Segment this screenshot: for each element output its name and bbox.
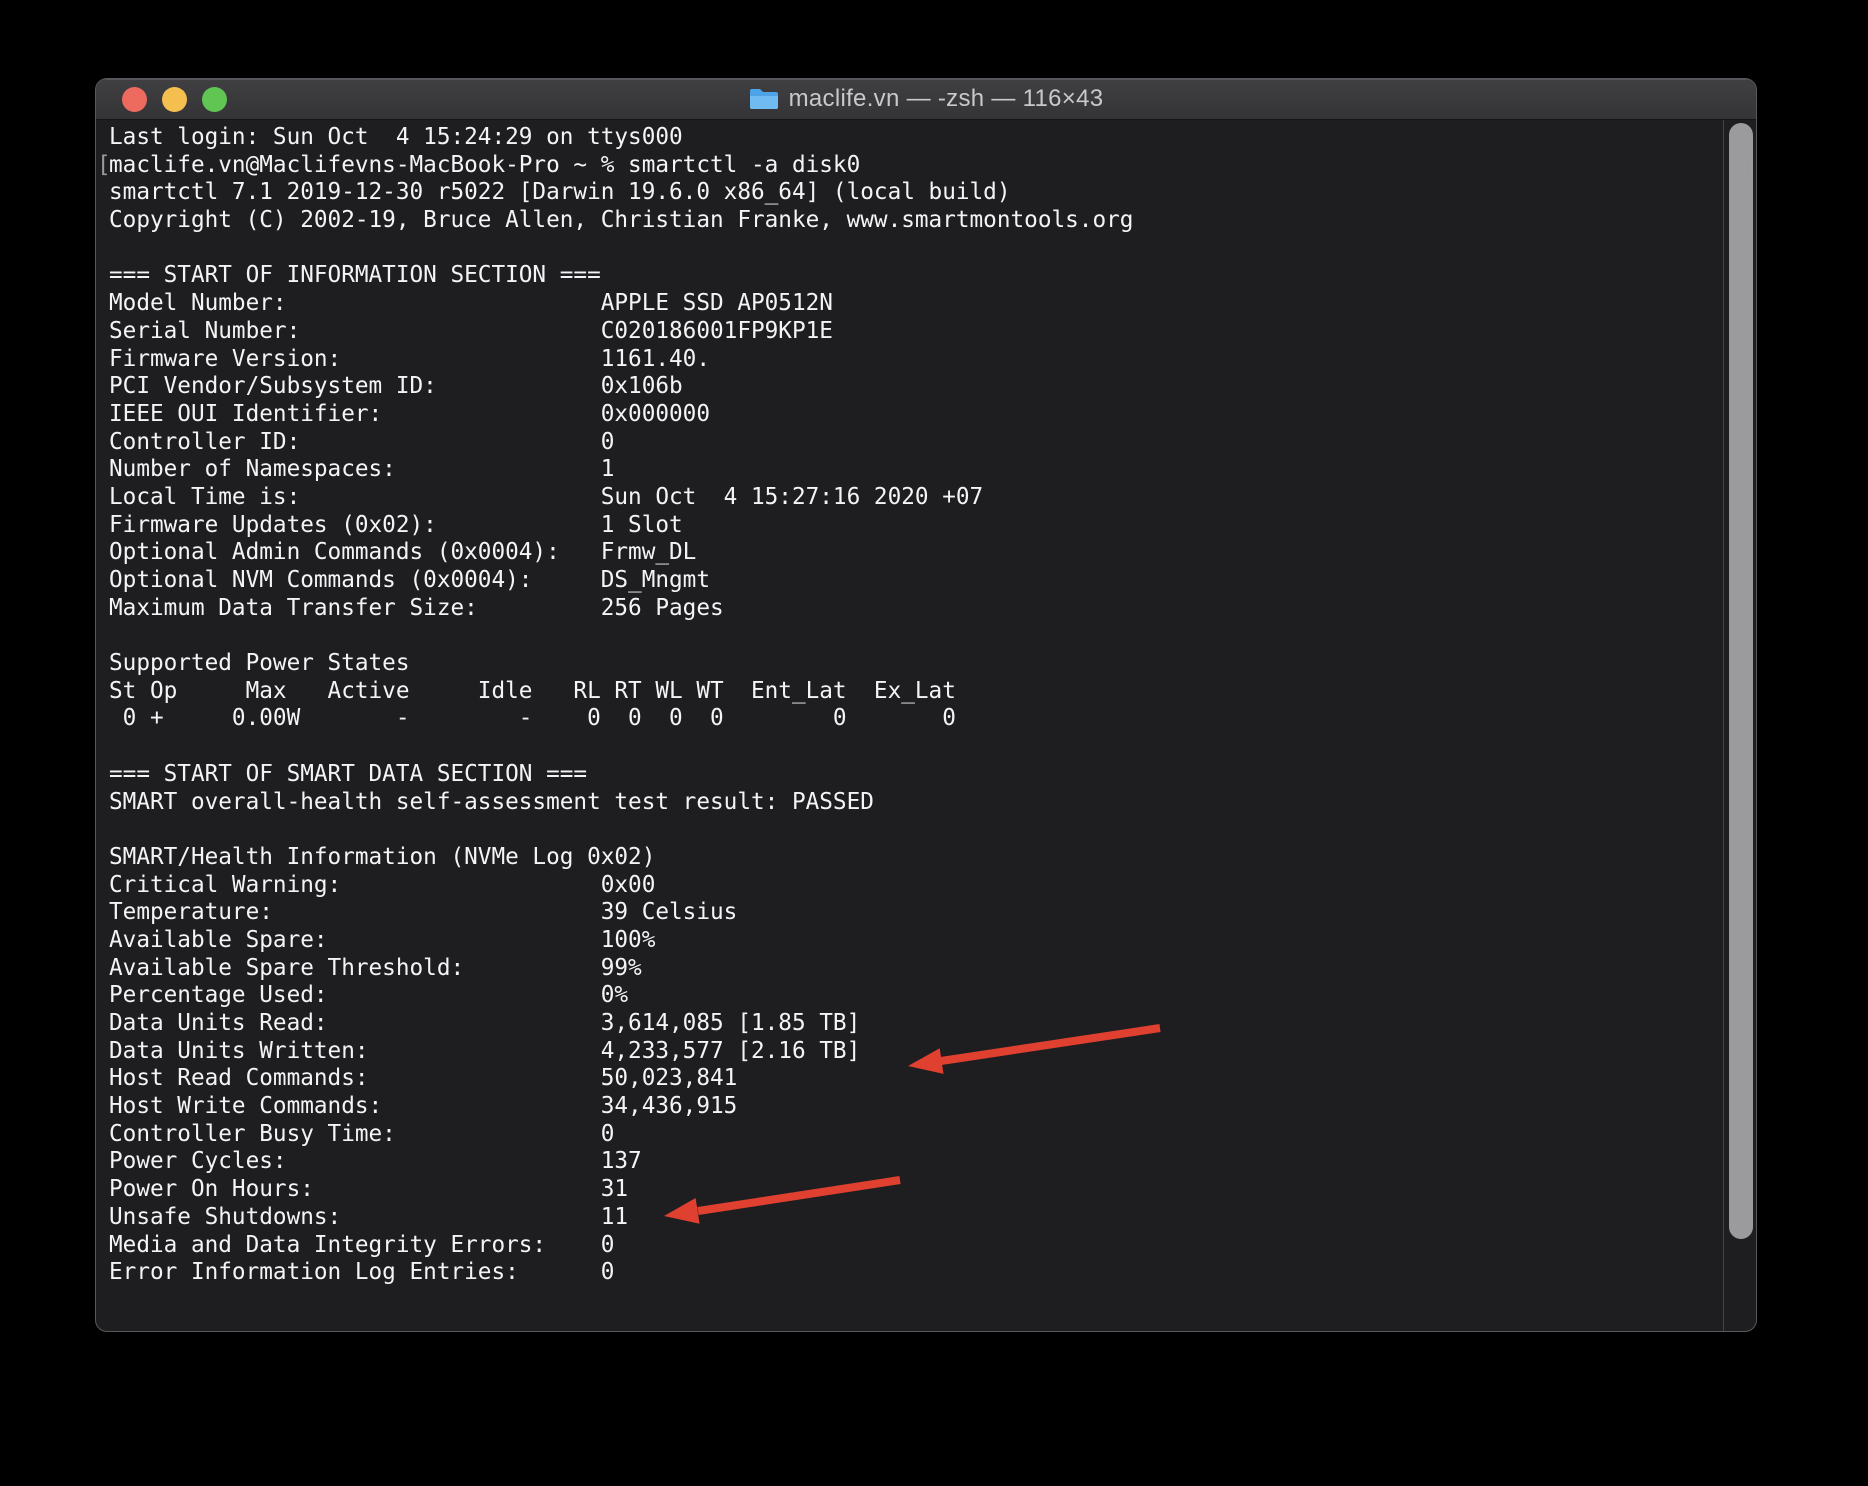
terminal-line: Supported Power States bbox=[109, 650, 1756, 678]
terminal-line bbox=[109, 733, 1756, 761]
terminal-line: Firmware Updates (0x02): 1 Slot bbox=[109, 512, 1756, 540]
terminal-line: Data Units Written: 4,233,577 [2.16 TB] bbox=[109, 1038, 1756, 1066]
terminal-line: [maclife.vn@Maclifevns-MacBook-Pro ~ % s… bbox=[109, 152, 1756, 180]
folder-icon bbox=[749, 87, 779, 111]
terminal-line: Available Spare Threshold: 99% bbox=[109, 955, 1756, 983]
terminal-line bbox=[109, 235, 1756, 263]
window-titlebar[interactable]: maclife.vn — -zsh — 116×43 bbox=[96, 79, 1756, 120]
terminal-line: Model Number: APPLE SSD AP0512N bbox=[109, 290, 1756, 318]
terminal-line: Maximum Data Transfer Size: 256 Pages bbox=[109, 595, 1756, 623]
command-mark-open: [ bbox=[97, 152, 111, 180]
terminal-line: Critical Warning: 0x00 bbox=[109, 872, 1756, 900]
terminal-line: Host Write Commands: 34,436,915 bbox=[109, 1093, 1756, 1121]
terminal-line: === START OF INFORMATION SECTION === bbox=[109, 262, 1756, 290]
command-mark-close: ] bbox=[1741, 152, 1755, 180]
traffic-lights bbox=[122, 87, 227, 112]
terminal-line: Number of Namespaces: 1 bbox=[109, 456, 1756, 484]
terminal-line: St Op Max Active Idle RL RT WL WT Ent_La… bbox=[109, 678, 1756, 706]
terminal-line: Host Read Commands: 50,023,841 bbox=[109, 1065, 1756, 1093]
window-title: maclife.vn — -zsh — 116×43 bbox=[789, 85, 1104, 113]
terminal-line: Controller Busy Time: 0 bbox=[109, 1121, 1756, 1149]
terminal-line bbox=[109, 622, 1756, 650]
minimize-button[interactable] bbox=[162, 87, 187, 112]
terminal-line: Controller ID: 0 bbox=[109, 429, 1756, 457]
terminal-line: Available Spare: 100% bbox=[109, 927, 1756, 955]
terminal-line: Firmware Version: 1161.40. bbox=[109, 346, 1756, 374]
terminal-window: maclife.vn — -zsh — 116×43 Last login: S… bbox=[95, 78, 1757, 1332]
zoom-button[interactable] bbox=[202, 87, 227, 112]
terminal-line: Power Cycles: 137 bbox=[109, 1148, 1756, 1176]
terminal-line: Percentage Used: 0% bbox=[109, 982, 1756, 1010]
terminal-line: Power On Hours: 31 bbox=[109, 1176, 1756, 1204]
terminal-output[interactable]: Last login: Sun Oct 4 15:24:29 on ttys00… bbox=[96, 120, 1756, 1331]
terminal-line: 0 + 0.00W - - 0 0 0 0 0 0 bbox=[109, 705, 1756, 733]
terminal-line: IEEE OUI Identifier: 0x000000 bbox=[109, 401, 1756, 429]
terminal-line: SMART/Health Information (NVMe Log 0x02) bbox=[109, 844, 1756, 872]
terminal-line: Copyright (C) 2002-19, Bruce Allen, Chri… bbox=[109, 207, 1756, 235]
terminal-line: Optional Admin Commands (0x0004): Frmw_D… bbox=[109, 539, 1756, 567]
terminal-line: === START OF SMART DATA SECTION === bbox=[109, 761, 1756, 789]
terminal-line: Last login: Sun Oct 4 15:24:29 on ttys00… bbox=[109, 124, 1756, 152]
terminal-line: Error Information Log Entries: 0 bbox=[109, 1259, 1756, 1287]
terminal-line: Media and Data Integrity Errors: 0 bbox=[109, 1232, 1756, 1260]
close-button[interactable] bbox=[122, 87, 147, 112]
terminal-line: SMART overall-health self-assessment tes… bbox=[109, 789, 1756, 817]
terminal-line: smartctl 7.1 2019-12-30 r5022 [Darwin 19… bbox=[109, 179, 1756, 207]
terminal-line: Temperature: 39 Celsius bbox=[109, 899, 1756, 927]
terminal-line: Optional NVM Commands (0x0004): DS_Mngmt bbox=[109, 567, 1756, 595]
terminal-line: Data Units Read: 3,614,085 [1.85 TB] bbox=[109, 1010, 1756, 1038]
scrollbar-thumb[interactable] bbox=[1729, 123, 1753, 1239]
terminal-line bbox=[109, 816, 1756, 844]
terminal-line: Unsafe Shutdowns: 11 bbox=[109, 1204, 1756, 1232]
terminal-line: Serial Number: C020186001FP9KP1E bbox=[109, 318, 1756, 346]
terminal-line: Local Time is: Sun Oct 4 15:27:16 2020 +… bbox=[109, 484, 1756, 512]
terminal-line: PCI Vendor/Subsystem ID: 0x106b bbox=[109, 373, 1756, 401]
